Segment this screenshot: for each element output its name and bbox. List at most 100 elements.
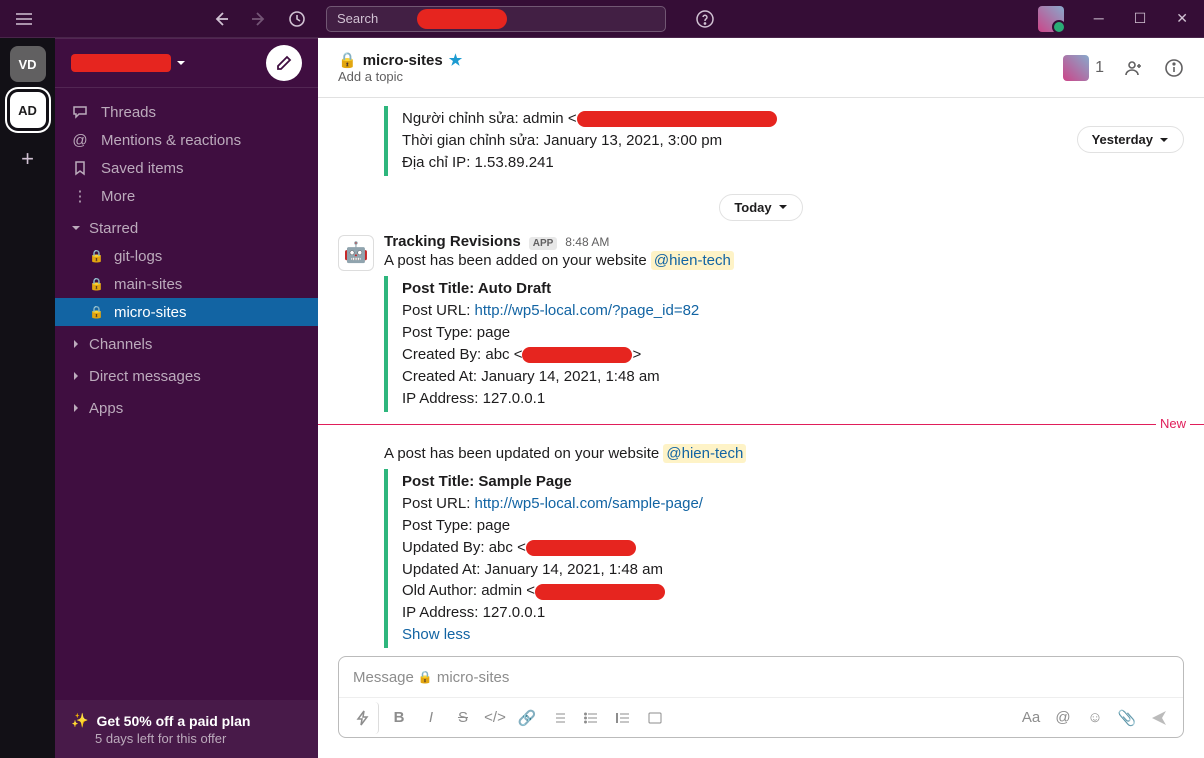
att-url-link[interactable]: http://wp5-local.com/sample-page/ bbox=[475, 495, 703, 512]
channel-header: 🔒 micro-sites ★ Add a topic 1 bbox=[318, 38, 1204, 98]
composer-input[interactable]: Message 🔒 micro-sites bbox=[339, 657, 1183, 697]
chevron-right-icon bbox=[71, 403, 81, 413]
codeblock-icon[interactable] bbox=[639, 702, 671, 734]
channel-topic[interactable]: Add a topic bbox=[338, 69, 1063, 84]
add-people-icon[interactable] bbox=[1124, 58, 1144, 78]
offer-subtitle: 5 days left for this offer bbox=[95, 731, 302, 746]
att-url-link[interactable]: http://wp5-local.com/?page_id=82 bbox=[475, 302, 700, 319]
lock-icon: 🔒 bbox=[338, 51, 357, 69]
code-icon[interactable]: </> bbox=[479, 702, 511, 734]
sidebar-more[interactable]: ⋮ More bbox=[55, 182, 318, 210]
message-time: 8:48 AM bbox=[565, 235, 609, 249]
mentions-icon: @ bbox=[71, 132, 89, 149]
app-badge: APP bbox=[529, 237, 558, 250]
workspace-ad[interactable]: AD bbox=[10, 92, 46, 128]
link-icon[interactable]: 🔗 bbox=[511, 702, 543, 734]
section-apps-label: Apps bbox=[89, 400, 123, 417]
mention[interactable]: @hien-tech bbox=[663, 444, 746, 463]
bookmark-icon bbox=[71, 160, 89, 176]
sidebar-mentions-label: Mentions & reactions bbox=[101, 132, 241, 149]
day-divider-yesterday[interactable]: Yesterday bbox=[1077, 126, 1184, 153]
message-composer: Message 🔒 micro-sites B I S </> 🔗 Aa @ ☺ bbox=[338, 656, 1184, 738]
attachment-block: Người chỉnh sửa: admin < Thời gian chỉnh… bbox=[384, 106, 1184, 176]
send-icon[interactable] bbox=[1143, 702, 1175, 734]
redacted-email bbox=[535, 584, 665, 600]
sidebar-offer[interactable]: ✨Get 50% off a paid plan 5 days left for… bbox=[55, 700, 318, 758]
italic-icon[interactable]: I bbox=[415, 702, 447, 734]
att-edit-time: Thời gian chỉnh sửa: January 13, 2021, 3… bbox=[402, 130, 1184, 152]
section-channels[interactable]: Channels bbox=[55, 330, 318, 358]
bullet-list-icon[interactable] bbox=[575, 702, 607, 734]
format-icon[interactable]: Aa bbox=[1015, 702, 1047, 734]
sidebar-saved-label: Saved items bbox=[101, 160, 184, 177]
att-created-by: Created By: abc <> bbox=[402, 344, 1184, 366]
section-dms-label: Direct messages bbox=[89, 368, 201, 385]
show-less-button[interactable]: Show less bbox=[402, 624, 1184, 646]
history-icon[interactable] bbox=[288, 10, 306, 28]
day-divider-today[interactable]: Today bbox=[719, 194, 802, 221]
add-workspace-button[interactable]: + bbox=[21, 146, 34, 172]
sidebar-saved[interactable]: Saved items bbox=[55, 154, 318, 182]
section-dms[interactable]: Direct messages bbox=[55, 362, 318, 390]
redacted-search bbox=[417, 9, 507, 29]
workspace-header[interactable] bbox=[55, 38, 318, 88]
chevron-right-icon bbox=[71, 371, 81, 381]
att-title: Post Title: Auto Draft bbox=[402, 278, 1184, 300]
section-starred-label: Starred bbox=[89, 220, 138, 237]
user-avatar[interactable] bbox=[1038, 6, 1064, 32]
messages-list: Người chỉnh sửa: admin < Thời gian chỉnh… bbox=[318, 98, 1204, 656]
forward-button[interactable] bbox=[250, 10, 268, 28]
message-author[interactable]: Tracking Revisions bbox=[384, 233, 521, 250]
info-icon[interactable] bbox=[1164, 58, 1184, 78]
compose-button[interactable] bbox=[266, 45, 302, 81]
minimize-button[interactable]: ─ bbox=[1094, 10, 1104, 27]
redacted-workspace-name bbox=[71, 54, 171, 72]
sidebar: Threads @ Mentions & reactions Saved ite… bbox=[55, 38, 318, 758]
star-icon[interactable]: ★ bbox=[449, 51, 462, 69]
att-created-at: Created At: January 14, 2021, 1:48 am bbox=[402, 366, 1184, 388]
back-button[interactable] bbox=[212, 10, 230, 28]
members-button[interactable]: 1 bbox=[1063, 55, 1104, 81]
ordered-list-icon[interactable] bbox=[543, 702, 575, 734]
att-ip: IP Address: 127.0.0.1 bbox=[402, 602, 1184, 624]
strike-icon[interactable]: S bbox=[447, 702, 479, 734]
mention[interactable]: @hien-tech bbox=[651, 251, 734, 270]
channel-label: micro-sites bbox=[114, 304, 187, 321]
help-icon[interactable] bbox=[696, 10, 714, 28]
channel-name[interactable]: 🔒 micro-sites ★ bbox=[338, 51, 1063, 69]
channel-micro-sites[interactable]: 🔒 micro-sites bbox=[55, 298, 318, 326]
search-input[interactable]: Search bbox=[326, 6, 666, 32]
channel-main-sites[interactable]: 🔒main-sites bbox=[55, 270, 318, 298]
section-apps[interactable]: Apps bbox=[55, 394, 318, 422]
emoji-icon[interactable]: ☺ bbox=[1079, 702, 1111, 734]
workspace-vd[interactable]: VD bbox=[10, 46, 46, 82]
att-type: Post Type: page bbox=[402, 322, 1184, 344]
mention-icon[interactable]: @ bbox=[1047, 702, 1079, 734]
section-starred[interactable]: Starred bbox=[55, 214, 318, 242]
att-url: Post URL: http://wp5-local.com/sample-pa… bbox=[402, 493, 1184, 515]
bold-icon[interactable]: B bbox=[383, 702, 415, 734]
att-editor: Người chỉnh sửa: admin < bbox=[402, 108, 1184, 130]
redacted-email bbox=[577, 111, 777, 127]
channel-label: main-sites bbox=[114, 276, 182, 293]
new-label: New bbox=[1156, 416, 1190, 431]
message-text: A post has been updated on your website … bbox=[384, 443, 1184, 466]
sidebar-threads[interactable]: Threads bbox=[55, 98, 318, 126]
message-item: A post has been updated on your website … bbox=[318, 433, 1204, 653]
maximize-button[interactable]: ☐ bbox=[1134, 10, 1147, 27]
blockquote-icon[interactable] bbox=[607, 702, 639, 734]
lock-icon: 🔒 bbox=[89, 305, 104, 319]
day-label: Today bbox=[734, 200, 771, 215]
day-divider: Today bbox=[318, 194, 1204, 221]
att-ip: IP Address: 127.0.0.1 bbox=[402, 388, 1184, 410]
hamburger-icon[interactable] bbox=[16, 13, 32, 25]
shortcuts-icon[interactable] bbox=[347, 702, 379, 734]
content-area: 🔒 micro-sites ★ Add a topic 1 Người chỉ bbox=[318, 38, 1204, 758]
sidebar-mentions[interactable]: @ Mentions & reactions bbox=[55, 126, 318, 154]
lock-icon: 🔒 bbox=[89, 249, 104, 263]
attach-icon[interactable]: 📎 bbox=[1111, 702, 1143, 734]
bot-avatar: 🤖 bbox=[338, 235, 374, 271]
channel-label: git-logs bbox=[114, 248, 162, 265]
close-button[interactable]: ✕ bbox=[1176, 10, 1188, 27]
channel-git-logs[interactable]: 🔒 git-logs bbox=[55, 242, 318, 270]
